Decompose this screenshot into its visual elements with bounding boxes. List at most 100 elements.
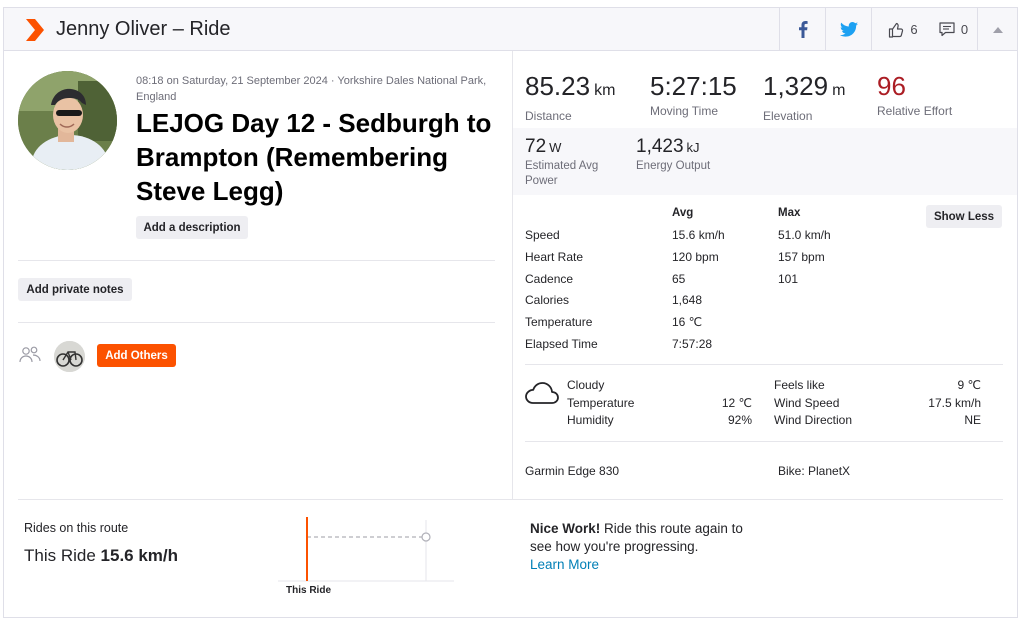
stat-distance: 85.23 km Distance xyxy=(525,72,615,124)
wind-speed-value: 17.5 km/h xyxy=(928,396,981,410)
table-row: Speed 15.6 km/h 51.0 km/h xyxy=(525,228,1005,244)
row-label: Calories xyxy=(525,293,570,307)
moving-time-label: Moving Time xyxy=(650,104,719,118)
relative-effort-value: 96 xyxy=(877,71,906,101)
feels-like-value: 9 ℃ xyxy=(957,378,981,392)
row-avg: 65 xyxy=(672,272,686,286)
row-max: 157 bpm xyxy=(778,250,825,264)
distance-label: Distance xyxy=(525,109,572,123)
comments-button[interactable]: 0 xyxy=(934,8,977,51)
add-others-button[interactable]: Add Others xyxy=(97,344,176,367)
activity-card: Jenny Oliver – Ride 6 0 08:18 on Saturda… xyxy=(3,7,1018,618)
distance-unit: km xyxy=(594,82,616,99)
power-unit: W xyxy=(549,140,562,155)
bike-avatar[interactable] xyxy=(54,341,85,372)
row-label: Cadence xyxy=(525,272,574,286)
elevation-label: Elevation xyxy=(763,109,813,123)
route-comparison-chart: This Ride xyxy=(276,517,460,607)
activity-meta: 08:18 on Saturday, 21 September 2024 · Y… xyxy=(136,75,487,103)
feels-like-label: Feels like xyxy=(774,378,825,392)
activity-header: Jenny Oliver – Ride 6 0 xyxy=(4,8,1017,51)
wind-speed-label: Wind Speed xyxy=(774,396,840,410)
max-header: Max xyxy=(778,207,801,219)
this-ride-prefix: This Ride xyxy=(24,546,96,565)
row-avg: 15.6 km/h xyxy=(672,228,725,242)
stat-elevation: 1,329 m Elevation xyxy=(763,72,845,124)
facebook-icon xyxy=(798,21,808,38)
power-value: 72 xyxy=(525,136,547,157)
moving-time-value: 5:27:15 xyxy=(650,71,737,101)
device-name: Garmin Edge 830 xyxy=(525,464,620,478)
row-max: 101 xyxy=(778,272,799,286)
table-row: Elapsed Time 7:57:28 xyxy=(525,337,1005,353)
elevation-value: 1,329 xyxy=(763,71,829,101)
avg-header: Avg xyxy=(672,207,694,219)
weather-condition: Cloudy xyxy=(567,378,605,392)
cloud-icon xyxy=(525,382,559,404)
stat-moving-time: 5:27:15 Moving Time xyxy=(650,72,737,119)
divider xyxy=(18,322,495,323)
twitter-share-button[interactable] xyxy=(825,8,871,51)
energy-label: Energy Output xyxy=(636,160,711,172)
stat-relative-effort[interactable]: 96 Relative Effort xyxy=(877,72,952,119)
table-row: Calories 1,648 xyxy=(525,293,1005,309)
divider xyxy=(18,499,1003,500)
chart-this-ride-label: This Ride xyxy=(286,585,332,596)
weather-humidity-value: 92% xyxy=(727,413,752,427)
rides-on-route-label: Rides on this route xyxy=(24,521,129,535)
row-label: Speed xyxy=(525,228,560,242)
wind-direction-label: Wind Direction xyxy=(774,413,853,427)
divider xyxy=(525,364,1003,365)
show-less-button[interactable]: Show Less xyxy=(926,205,1002,228)
this-ride-speed: 15.6 km/h xyxy=(100,546,179,565)
activity-name: LEJOG Day 12 - Sedburgh to Brampton (Rem… xyxy=(136,108,492,206)
row-avg: 1,648 xyxy=(672,293,703,307)
comment-icon xyxy=(939,22,955,37)
energy-unit: kJ xyxy=(686,140,700,155)
row-avg: 16 ℃ xyxy=(672,315,703,329)
twitter-icon xyxy=(839,22,858,37)
athlete-photo xyxy=(18,71,117,170)
row-label: Elapsed Time xyxy=(525,337,598,351)
row-label: Temperature xyxy=(525,315,593,329)
distance-value: 85.23 xyxy=(525,71,591,101)
stat-power: 72 W Estimated Avg Power xyxy=(525,136,625,189)
collapse-toggle[interactable] xyxy=(977,8,1017,51)
row-label: Heart Rate xyxy=(525,250,584,264)
facebook-share-button[interactable] xyxy=(779,8,825,51)
kudos-count: 6 xyxy=(910,22,918,37)
nice-work-bold: Nice Work! xyxy=(530,521,601,536)
kudos-button[interactable]: 6 xyxy=(871,8,934,51)
bicycle-icon xyxy=(54,341,85,372)
page-title: Jenny Oliver – Ride xyxy=(56,18,231,40)
chart-point xyxy=(421,532,431,542)
row-max: 51.0 km/h xyxy=(778,228,831,242)
strava-chevron-icon xyxy=(26,19,44,41)
wind-direction-value: NE xyxy=(964,413,981,427)
learn-more-link[interactable]: Learn More xyxy=(530,557,599,572)
weather-temperature-value: 12 ℃ xyxy=(721,396,752,410)
this-ride-summary: This Ride 15.6 km/h xyxy=(24,546,178,566)
athlete-avatar[interactable] xyxy=(18,71,117,170)
column-divider xyxy=(512,51,513,499)
thumbs-up-icon xyxy=(889,22,904,38)
table-row: Temperature 16 ℃ xyxy=(525,315,1005,331)
relative-effort-label: Relative Effort xyxy=(877,104,953,118)
weather-temperature-label: Temperature xyxy=(567,396,635,410)
divider xyxy=(525,441,1003,442)
bike-name[interactable]: Bike: PlanetX xyxy=(778,464,850,478)
add-private-notes-button[interactable]: Add private notes xyxy=(18,278,132,301)
row-avg: 120 bpm xyxy=(672,250,719,264)
table-row: Heart Rate 120 bpm 157 bpm xyxy=(525,250,1005,266)
weather-humidity-label: Humidity xyxy=(567,413,614,427)
power-label: Estimated Avg Power xyxy=(525,160,599,187)
elevation-unit: m xyxy=(832,82,846,99)
add-description-button[interactable]: Add a description xyxy=(136,216,248,239)
stat-energy: 1,423 kJ Energy Output xyxy=(636,136,710,174)
energy-value: 1,423 xyxy=(636,136,684,157)
divider xyxy=(18,260,495,261)
group-icon xyxy=(19,346,41,363)
caret-up-icon xyxy=(992,26,1003,33)
nice-work-message: Nice Work! Ride this route again to see … xyxy=(530,520,760,574)
row-avg: 7:57:28 xyxy=(672,337,713,351)
